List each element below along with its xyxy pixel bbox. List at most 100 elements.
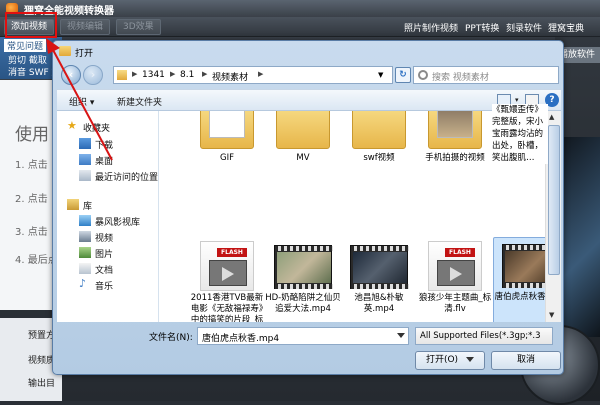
guide-step-2: 2. 点击 bbox=[15, 194, 48, 205]
breadcrumb-separator: ▶ bbox=[132, 70, 138, 78]
burn-link[interactable]: 刻录软件 bbox=[506, 21, 542, 34]
file-name: 狼孩少年主题曲_标清.flv bbox=[418, 293, 492, 314]
guide-step-1: 1. 点击 bbox=[15, 160, 48, 171]
output-dir-label: 输出目 bbox=[28, 379, 56, 389]
nav-documents[interactable]: 文档 bbox=[57, 261, 159, 277]
nav-label: 收藏夹 bbox=[83, 124, 111, 134]
scroll-up-icon[interactable]: ▲ bbox=[549, 113, 554, 121]
file-name: HD-奶酪陷阱之仙贝追爱大法.mp4 bbox=[265, 293, 341, 314]
preset-label: 预置方 bbox=[28, 331, 56, 341]
nav-music[interactable]: ♪ 音乐 bbox=[57, 277, 159, 293]
open-button[interactable]: 打开(O) bbox=[415, 351, 485, 370]
file-item[interactable]: GIF bbox=[189, 111, 265, 164]
highlight-box bbox=[5, 12, 57, 38]
dialog-footer: 文件名(N): 唐伯虎点秋香.mp4 All Supported Files(*… bbox=[57, 323, 561, 373]
music-icon: ♪ bbox=[79, 277, 87, 290]
file-type-select[interactable]: All Supported Files(*.3gp;*.3 bbox=[415, 327, 553, 345]
home-link[interactable]: 狸窝宝典 bbox=[548, 21, 584, 34]
folder-icon bbox=[59, 46, 71, 56]
new-folder-button[interactable]: 新建文件夹 bbox=[117, 95, 162, 108]
common-problems-tab[interactable]: 常见问题 bbox=[4, 39, 47, 52]
address-row: ‹ › ▶ 1341 ▶ 8.1 ▶ 视频素材 ▶ ▼ ↻ 搜索 视频素材 bbox=[57, 63, 561, 87]
breadcrumb-item[interactable]: 视频素材 bbox=[212, 70, 248, 83]
chevron-down-icon[interactable] bbox=[397, 333, 405, 338]
video-quality-label: 视频质 bbox=[28, 356, 56, 366]
folder-icon bbox=[428, 111, 482, 149]
file-item[interactable]: swf视频 bbox=[341, 111, 417, 164]
back-arrow-icon[interactable]: ‹ bbox=[61, 65, 81, 85]
nav-downloads[interactable]: 下载 bbox=[57, 136, 159, 152]
file-item-selected[interactable]: 唐伯虎点秋香.mp4 bbox=[493, 237, 545, 322]
library-icon bbox=[67, 199, 79, 210]
filename-input[interactable]: 唐伯虎点秋香.mp4 bbox=[197, 327, 409, 345]
edit-video-button[interactable]: 视频编辑 bbox=[60, 19, 111, 35]
folder-icon bbox=[276, 111, 330, 149]
file-name: swf视频 bbox=[363, 153, 395, 163]
folder-icon bbox=[352, 111, 406, 149]
file-item[interactable]: 手机拍摄的视频 bbox=[417, 111, 493, 164]
scroll-down-icon[interactable]: ▼ bbox=[549, 311, 554, 319]
file-item[interactable]: 池昌旭&朴敏英.mp4 bbox=[341, 239, 417, 315]
address-bar[interactable]: ▶ 1341 ▶ 8.1 ▶ 视频素材 ▶ ▼ bbox=[113, 66, 393, 84]
nav-label: 库 bbox=[83, 202, 93, 212]
forward-arrow-icon[interactable]: › bbox=[83, 65, 103, 85]
download-folder-icon bbox=[79, 138, 91, 149]
chevron-down-icon[interactable]: ▼ bbox=[378, 71, 383, 79]
pictures-icon bbox=[79, 247, 91, 258]
nav-recent[interactable]: 最近访问的位置 bbox=[57, 168, 159, 184]
folder-icon bbox=[200, 111, 254, 149]
open-button-label: 打开(O) bbox=[425, 355, 459, 365]
photo-video-link[interactable]: 照片制作视频 bbox=[404, 21, 458, 34]
guide-step-3: 3. 点击 bbox=[15, 227, 48, 238]
video-thumbnail bbox=[502, 244, 545, 288]
file-item[interactable]: MV bbox=[265, 111, 341, 164]
navigation-pane: ★ 收藏夹 下载 桌面 最近访问的位置 库 暴风影视库 视频 图片 文档 ♪ 音… bbox=[57, 111, 159, 322]
breadcrumb-item[interactable]: 8.1 bbox=[180, 70, 194, 80]
chevron-down-icon[interactable] bbox=[466, 357, 475, 362]
video-library-icon bbox=[79, 231, 91, 242]
scroll-thumb[interactable] bbox=[548, 125, 560, 275]
breadcrumb-item[interactable]: 1341 bbox=[142, 70, 165, 80]
filename-value: 唐伯虎点秋香.mp4 bbox=[202, 334, 280, 344]
organize-button[interactable]: 组织 ▾ bbox=[69, 95, 94, 108]
search-icon bbox=[418, 70, 428, 80]
video-thumbnail bbox=[274, 245, 333, 289]
breadcrumb-separator: ▶ bbox=[202, 70, 208, 78]
nav-storm[interactable]: 暴风影视库 bbox=[57, 213, 159, 229]
dialog-title: 打开 bbox=[75, 49, 94, 59]
open-file-dialog: 打开 ‹ › ▶ 1341 ▶ 8.1 ▶ 视频素材 ▶ ▼ ↻ 搜索 视频素材… bbox=[52, 40, 564, 375]
search-placeholder: 搜索 视频素材 bbox=[432, 73, 489, 83]
breadcrumb-separator: ▶ bbox=[170, 70, 176, 78]
ppt-link[interactable]: PPT转换 bbox=[465, 21, 499, 34]
nav-label: 桌面 bbox=[95, 157, 114, 167]
file-name: 2011香港TVB最新电影《无敌福禄寿》中的搞笑的片段_标清.flv bbox=[190, 293, 264, 322]
documents-icon bbox=[79, 263, 91, 274]
refresh-icon[interactable]: ↻ bbox=[395, 67, 411, 83]
file-item[interactable]: FLASH 狼孩少年主题曲_标清.flv bbox=[417, 239, 493, 315]
recent-places-icon bbox=[79, 170, 91, 181]
flash-video-icon: FLASH bbox=[200, 241, 254, 291]
command-bar: 组织 ▾ 新建文件夹 ▾ ? bbox=[57, 89, 561, 111]
nav-favorites[interactable]: ★ 收藏夹 bbox=[57, 119, 159, 135]
cancel-button[interactable]: 取消 bbox=[491, 351, 561, 370]
folder-icon bbox=[117, 70, 127, 80]
nav-desktop[interactable]: 桌面 bbox=[57, 152, 159, 168]
guide-heading: 使用 bbox=[15, 125, 49, 145]
file-item[interactable]: FLASH 2011香港TVB最新电影《无敌福禄寿》中的搞笑的片段_标清.flv bbox=[189, 239, 265, 322]
file-list: GIF MV swf视频 手机拍摄的视频 FLASH 2011香港TVB最新电影… bbox=[159, 111, 545, 322]
nav-videos[interactable]: 视频 bbox=[57, 229, 159, 245]
preview-screen bbox=[559, 137, 600, 337]
effect-3d-button[interactable]: 3D效果 bbox=[116, 19, 161, 35]
file-name: MV bbox=[296, 153, 310, 163]
nav-label: 暴风影视库 bbox=[95, 218, 141, 228]
nav-libraries[interactable]: 库 bbox=[57, 197, 159, 213]
search-input[interactable]: 搜索 视频素材 bbox=[413, 66, 559, 84]
flash-video-icon: FLASH bbox=[428, 241, 482, 291]
view-dropdown-icon[interactable]: ▾ bbox=[515, 96, 519, 104]
star-icon: ★ bbox=[67, 119, 77, 132]
filename-label: 文件名(N): bbox=[149, 333, 193, 343]
nav-pictures[interactable]: 图片 bbox=[57, 245, 159, 261]
organize-label: 组织 bbox=[69, 98, 88, 108]
desktop-icon bbox=[79, 154, 91, 165]
file-item[interactable]: HD-奶酪陷阱之仙贝追爱大法.mp4 bbox=[265, 239, 341, 315]
